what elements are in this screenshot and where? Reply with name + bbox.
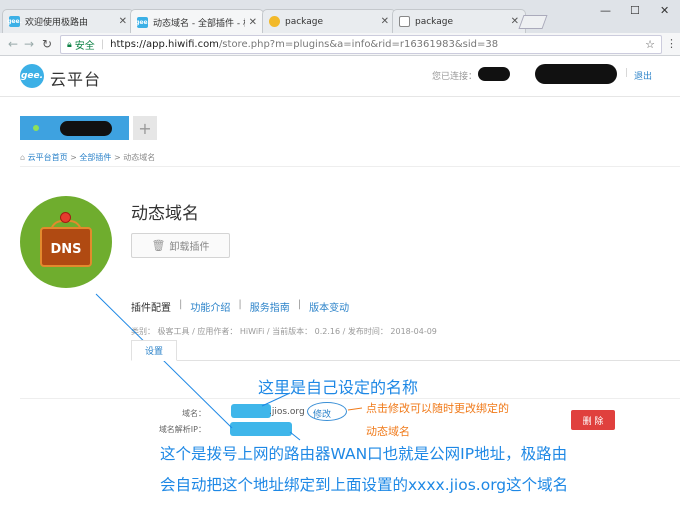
- divider: [20, 398, 680, 399]
- header-separator: |: [625, 68, 629, 78]
- annotation-edit-note-2: 动态域名: [366, 425, 410, 438]
- tab-label: package: [415, 16, 453, 27]
- edit-domain-link[interactable]: 修改: [313, 407, 331, 420]
- sign-pin-icon: [60, 212, 71, 223]
- tab-settings[interactable]: 设置: [131, 340, 177, 361]
- tab-label: package: [285, 16, 323, 27]
- close-icon[interactable]: ✕: [249, 17, 257, 28]
- browser-menu-icon[interactable]: ⋮: [666, 37, 677, 50]
- maximize-icon[interactable]: ☐: [630, 4, 640, 17]
- divider: [20, 166, 680, 167]
- browser-tab-4[interactable]: package ✕: [392, 9, 526, 33]
- breadcrumb-home-link[interactable]: 云平台首页: [28, 153, 68, 162]
- domain-suffix: .jios.org: [269, 407, 305, 417]
- breadcrumb-separator: >: [70, 153, 77, 162]
- annotation-wan-note-1: 这个是拨号上网的路由器WAN口也就是公网IP地址，极路由: [160, 445, 568, 463]
- plugin-meta: 类别： 极客工具 / 应用作者： HiWiFi / 当前版本： 0.2.16 /…: [131, 327, 437, 336]
- gee-favicon-icon: gee.: [7, 16, 22, 27]
- browser-tab-2[interactable]: gee. 动态域名 - 全部插件 - 极 ✕: [130, 9, 264, 34]
- trash-icon: 🗑︎: [151, 239, 166, 252]
- page-title: 动态域名: [131, 204, 199, 224]
- tab-separator: |: [238, 299, 242, 310]
- redacted-router-name: [478, 67, 510, 81]
- logo-text[interactable]: 云平台: [50, 66, 101, 90]
- tab-separator: |: [297, 299, 302, 310]
- online-status-dot: [33, 125, 39, 131]
- logout-link[interactable]: 退出: [634, 69, 652, 82]
- browser-tab-3[interactable]: package ✕: [262, 9, 396, 33]
- forward-icon[interactable]: →: [24, 37, 34, 51]
- document-icon: [399, 16, 410, 27]
- plugin-tabs: 插件配置 | 功能介绍 | 服务指南 | 版本变动: [131, 299, 357, 314]
- reload-icon[interactable]: ↻: [42, 37, 52, 51]
- redacted-account-name: [535, 64, 617, 84]
- back-icon[interactable]: ←: [8, 37, 18, 51]
- url-path: /store.php?m=plugins&a=info&rid=r1636198…: [218, 39, 499, 50]
- tab-features[interactable]: 功能介绍: [190, 299, 230, 314]
- redacted-domain-prefix: [231, 404, 271, 418]
- arrow-to-edit: [347, 407, 363, 411]
- tab-plugin-config[interactable]: 插件配置: [131, 299, 171, 314]
- annotation-edit-note-1: 点击修改可以随时更改绑定的: [366, 402, 509, 415]
- settings-tab-line: [131, 360, 680, 361]
- address-bar-row: ← → ↻ 🔒︎ 安全 | https://app.hiwifi.com /st…: [0, 33, 680, 56]
- tab-separator: |: [179, 299, 183, 310]
- new-tab-button[interactable]: [518, 15, 548, 29]
- dns-sign-icon: DNS: [40, 227, 92, 267]
- browser-tab-1[interactable]: gee. 欢迎使用极路由 ✕: [2, 9, 134, 33]
- close-icon[interactable]: ✕: [381, 16, 389, 27]
- close-icon[interactable]: ✕: [119, 16, 127, 27]
- annotation-name-note: 这里是自己设定的名称: [258, 378, 419, 397]
- bookmark-star-icon[interactable]: ☆: [645, 38, 655, 51]
- minimize-icon[interactable]: —: [600, 4, 611, 17]
- home-icon: ⌂: [20, 153, 26, 162]
- connected-label: 您已连接：: [432, 72, 478, 82]
- redacted-device-name: [60, 121, 112, 136]
- gee-logo-icon[interactable]: gee.: [20, 64, 44, 88]
- lock-icon: 🔒︎: [67, 39, 72, 50]
- chrome-favicon-icon: [269, 16, 280, 27]
- gee-favicon-icon: gee.: [135, 16, 150, 28]
- annotation-wan-note-2: 会自动把这个地址绑定到上面设置的xxxx.jios.org这个域名: [160, 476, 569, 494]
- url-input[interactable]: 🔒︎ 安全 | https://app.hiwifi.com /store.ph…: [60, 35, 662, 54]
- close-window-icon[interactable]: ✕: [660, 4, 669, 17]
- close-icon[interactable]: ✕: [511, 16, 519, 27]
- uninstall-plugin-button[interactable]: 🗑︎ 卸载插件: [131, 233, 230, 258]
- ip-label: 域名解析IP：: [158, 425, 206, 434]
- browser-tab-strip: gee. 欢迎使用极路由 ✕ gee. 动态域名 - 全部插件 - 极 ✕ pa…: [0, 0, 680, 34]
- breadcrumb-separator: >: [113, 153, 121, 162]
- tab-label: 欢迎使用极路由: [25, 18, 89, 28]
- omnibox-separator: |: [100, 39, 105, 50]
- add-device-button[interactable]: +: [133, 116, 157, 140]
- tab-label: 动态域名 - 全部插件 - 极: [153, 18, 245, 29]
- secure-label: 安全: [74, 41, 95, 52]
- redacted-ip-address: [230, 422, 292, 436]
- url-host: https://app.hiwifi.com: [110, 39, 219, 50]
- tab-service-guide[interactable]: 服务指南: [250, 299, 290, 314]
- domain-label: 域名：: [182, 409, 206, 418]
- tab-version-changes[interactable]: 版本变动: [309, 299, 349, 314]
- breadcrumb: ⌂ 云平台首页 > 全部插件 > 动态域名: [20, 152, 155, 163]
- site-header: gee. 云平台 您已连接： | 退出: [0, 57, 680, 97]
- uninstall-label: 卸载插件: [169, 242, 210, 253]
- delete-button[interactable]: 删 除: [571, 410, 615, 430]
- breadcrumb-all-plugins-link[interactable]: 全部插件: [79, 153, 111, 162]
- breadcrumb-current: 动态域名: [123, 153, 156, 162]
